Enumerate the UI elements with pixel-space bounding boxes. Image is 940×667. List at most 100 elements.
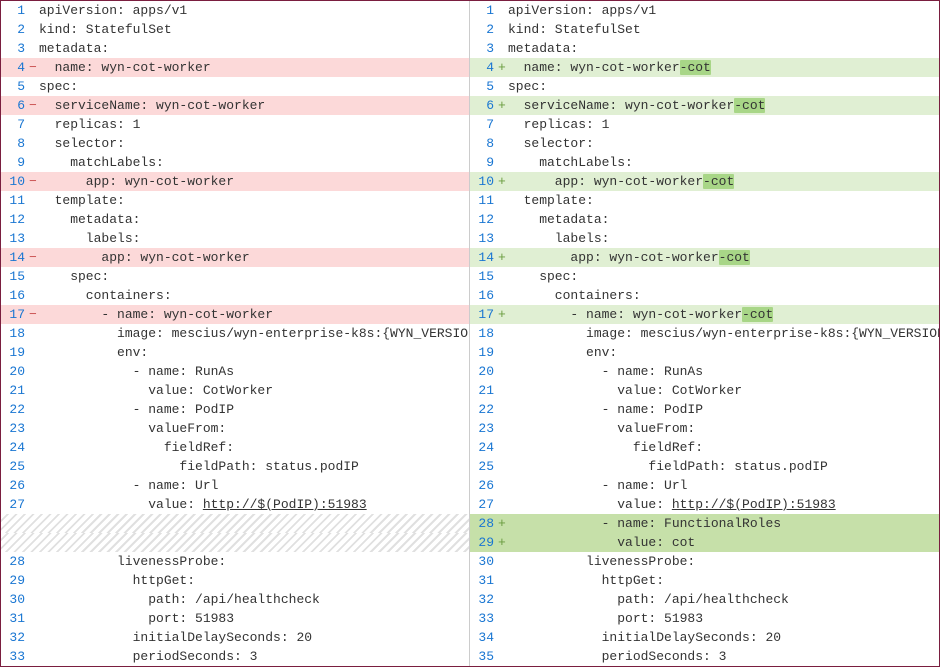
code-line[interactable]: 23 valueFrom: xyxy=(470,419,939,438)
code-line[interactable]: 31 httpGet: xyxy=(470,571,939,590)
code-line[interactable]: 25 fieldPath: status.podIP xyxy=(470,457,939,476)
code-line[interactable]: 3metadata: xyxy=(470,39,939,58)
code-line[interactable]: 18 image: mescius/wyn-enterprise-k8s:{WY… xyxy=(470,324,939,343)
code-line[interactable]: 32 initialDelaySeconds: 20 xyxy=(1,628,469,647)
line-number: 28 xyxy=(1,552,29,571)
code-content: - name: PodIP xyxy=(39,400,469,419)
code-line[interactable]: 19 env: xyxy=(1,343,469,362)
code-line[interactable]: 34 initialDelaySeconds: 20 xyxy=(470,628,939,647)
code-line[interactable]: 7 replicas: 1 xyxy=(470,115,939,134)
code-line[interactable]: 24 fieldRef: xyxy=(470,438,939,457)
code-line[interactable]: 5spec: xyxy=(1,77,469,96)
code-line[interactable]: 9 matchLabels: xyxy=(470,153,939,172)
code-line[interactable]: 33 port: 51983 xyxy=(470,609,939,628)
code-line[interactable]: 11 template: xyxy=(1,191,469,210)
code-line[interactable]: 9 matchLabels: xyxy=(1,153,469,172)
code-line[interactable]: 2kind: StatefulSet xyxy=(1,20,469,39)
code-line[interactable]: 20 - name: RunAs xyxy=(470,362,939,381)
code-content: app: wyn-cot-worker xyxy=(39,172,469,191)
code-line[interactable]: 17+ - name: wyn-cot-worker-cot xyxy=(470,305,939,324)
code-line[interactable]: 14− app: wyn-cot-worker xyxy=(1,248,469,267)
code-line[interactable]: 13 labels: xyxy=(470,229,939,248)
code-content: fieldPath: status.podIP xyxy=(39,457,469,476)
code-content: - name: wyn-cot-worker xyxy=(39,305,469,324)
line-number: 9 xyxy=(470,153,498,172)
code-line[interactable]: 8 selector: xyxy=(1,134,469,153)
line-number: 3 xyxy=(1,39,29,58)
code-line[interactable]: 27 value: http://$(PodIP):51983 xyxy=(1,495,469,514)
code-line[interactable]: 10− app: wyn-cot-worker xyxy=(1,172,469,191)
code-line[interactable]: 1apiVersion: apps/v1 xyxy=(1,1,469,20)
code-line[interactable]: 12 metadata: xyxy=(1,210,469,229)
code-line[interactable]: 15 spec: xyxy=(1,267,469,286)
code-line[interactable]: 12 metadata: xyxy=(470,210,939,229)
diff-right-pane[interactable]: 1apiVersion: apps/v12kind: StatefulSet3m… xyxy=(470,1,939,666)
code-line[interactable]: 14+ app: wyn-cot-worker-cot xyxy=(470,248,939,267)
code-line[interactable]: 16 containers: xyxy=(470,286,939,305)
code-line[interactable]: 21 value: CotWorker xyxy=(1,381,469,400)
line-number: 25 xyxy=(470,457,498,476)
code-line[interactable]: 19 env: xyxy=(470,343,939,362)
code-line[interactable]: 11 template: xyxy=(470,191,939,210)
code-content: env: xyxy=(39,343,469,362)
diff-removed-marker xyxy=(29,590,39,609)
code-line[interactable]: 27 value: http://$(PodIP):51983 xyxy=(470,495,939,514)
code-line[interactable]: 35 periodSeconds: 3 xyxy=(470,647,939,666)
code-line[interactable]: 26 - name: Url xyxy=(1,476,469,495)
code-line[interactable]: 8 selector: xyxy=(470,134,939,153)
code-line[interactable]: 30 path: /api/healthcheck xyxy=(1,590,469,609)
code-line[interactable]: 30 livenessProbe: xyxy=(470,552,939,571)
code-line[interactable]: 15 spec: xyxy=(470,267,939,286)
code-line[interactable]: 2kind: StatefulSet xyxy=(470,20,939,39)
code-content: path: /api/healthcheck xyxy=(39,590,469,609)
code-line[interactable]: 32 path: /api/healthcheck xyxy=(470,590,939,609)
code-line[interactable] xyxy=(1,514,469,533)
code-line[interactable]: 26 - name: Url xyxy=(470,476,939,495)
code-content: valueFrom: xyxy=(508,419,939,438)
line-number: 11 xyxy=(470,191,498,210)
code-line[interactable]: 21 value: CotWorker xyxy=(470,381,939,400)
code-line[interactable]: 13 labels: xyxy=(1,229,469,248)
diff-removed-marker xyxy=(29,77,39,96)
diff-removed-marker xyxy=(29,362,39,381)
code-content: image: mescius/wyn-enterprise-k8s:{WYN_V… xyxy=(508,324,939,343)
line-number: 29 xyxy=(470,533,498,552)
code-line[interactable]: 22 - name: PodIP xyxy=(1,400,469,419)
code-line[interactable] xyxy=(1,533,469,552)
line-number: 14 xyxy=(1,248,29,267)
code-line[interactable]: 22 - name: PodIP xyxy=(470,400,939,419)
code-line[interactable]: 10+ app: wyn-cot-worker-cot xyxy=(470,172,939,191)
code-line[interactable]: 16 containers: xyxy=(1,286,469,305)
code-line[interactable]: 25 fieldPath: status.podIP xyxy=(1,457,469,476)
code-line[interactable]: 33 periodSeconds: 3 xyxy=(1,647,469,666)
code-line[interactable]: 28+ - name: FunctionalRoles xyxy=(470,514,939,533)
code-line[interactable]: 18 image: mescius/wyn-enterprise-k8s:{WY… xyxy=(1,324,469,343)
line-number: 19 xyxy=(1,343,29,362)
code-line[interactable]: 29 httpGet: xyxy=(1,571,469,590)
code-line[interactable]: 7 replicas: 1 xyxy=(1,115,469,134)
code-line[interactable]: 3metadata: xyxy=(1,39,469,58)
code-line[interactable]: 1apiVersion: apps/v1 xyxy=(470,1,939,20)
code-line[interactable]: 4− name: wyn-cot-worker xyxy=(1,58,469,77)
code-line[interactable]: 31 port: 51983 xyxy=(1,609,469,628)
code-line[interactable]: 6− serviceName: wyn-cot-worker xyxy=(1,96,469,115)
diff-removed-marker: − xyxy=(29,58,39,77)
code-content: path: /api/healthcheck xyxy=(508,590,939,609)
code-line[interactable]: 29+ value: cot xyxy=(470,533,939,552)
code-line[interactable]: 5spec: xyxy=(470,77,939,96)
code-line[interactable]: 24 fieldRef: xyxy=(1,438,469,457)
code-line[interactable]: 17− - name: wyn-cot-worker xyxy=(1,305,469,324)
code-line[interactable]: 23 valueFrom: xyxy=(1,419,469,438)
diff-added-marker: + xyxy=(498,96,508,115)
code-line[interactable]: 6+ serviceName: wyn-cot-worker-cot xyxy=(470,96,939,115)
code-content: httpGet: xyxy=(508,571,939,590)
line-number: 30 xyxy=(470,552,498,571)
code-line[interactable]: 28 livenessProbe: xyxy=(1,552,469,571)
diff-removed-marker xyxy=(29,191,39,210)
diff-removed-marker xyxy=(29,210,39,229)
diff-added-marker xyxy=(498,552,508,571)
code-line[interactable]: 4+ name: wyn-cot-worker-cot xyxy=(470,58,939,77)
code-line[interactable]: 20 - name: RunAs xyxy=(1,362,469,381)
diff-left-pane[interactable]: 1apiVersion: apps/v12kind: StatefulSet3m… xyxy=(1,1,470,666)
diff-added-marker xyxy=(498,324,508,343)
